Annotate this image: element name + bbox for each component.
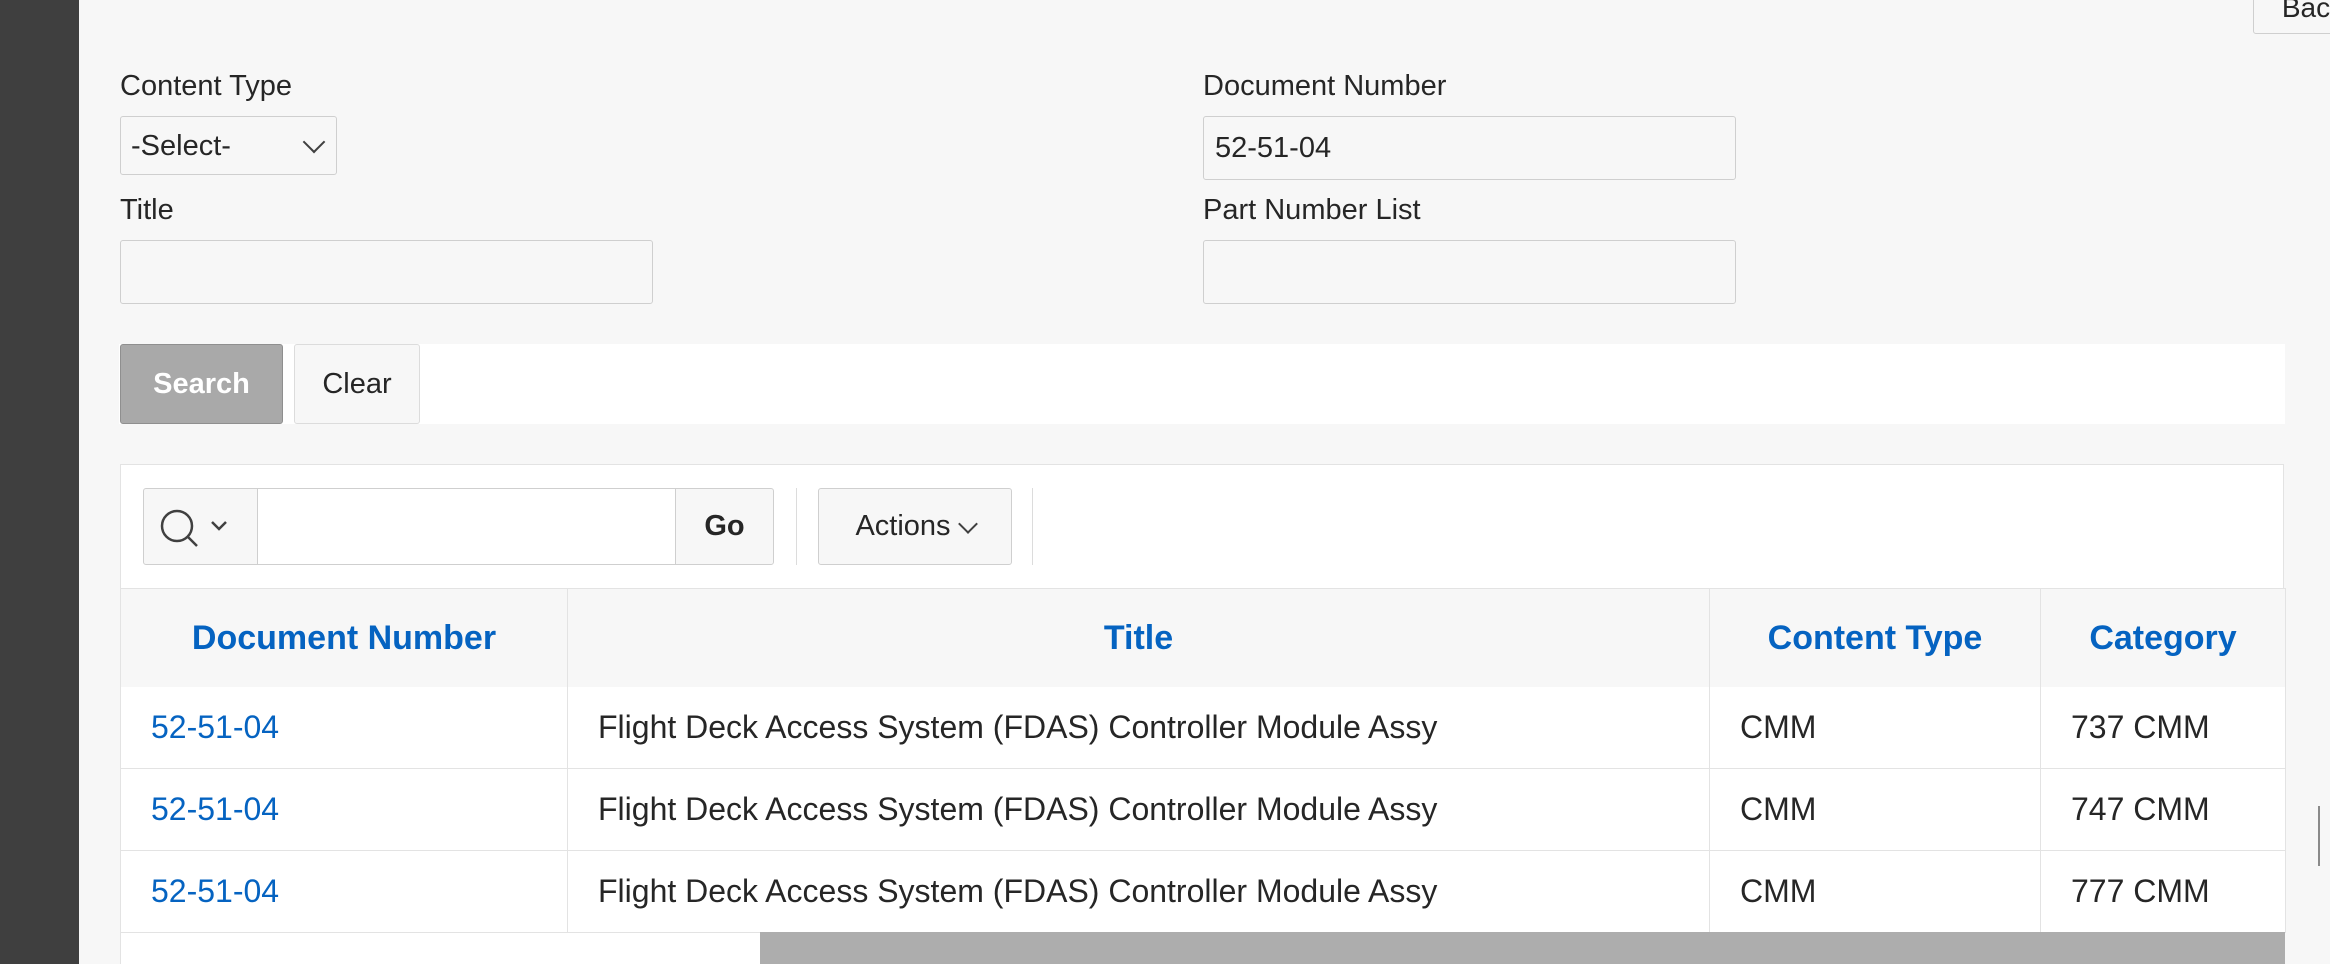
document-number-link[interactable]: 52-51-04 <box>121 850 568 933</box>
content-type-select[interactable]: -Select- <box>120 116 337 175</box>
document-number-label: Document Number <box>1203 70 1447 102</box>
content-type-cell: CMM <box>1709 687 2041 769</box>
content-type-value: -Select- <box>131 129 231 162</box>
table-row: 52-51-04 Flight Deck Access System (FDAS… <box>121 850 2286 933</box>
category-cell: 747 CMM <box>2040 768 2286 851</box>
clear-button[interactable]: Clear <box>294 344 420 424</box>
left-sidebar-strip <box>0 0 79 964</box>
column-header-document-number[interactable]: Document Number <box>121 588 568 687</box>
search-button[interactable]: Search <box>120 344 283 424</box>
title-cell: Flight Deck Access System (FDAS) Control… <box>567 850 1710 933</box>
content-type-cell: CMM <box>1709 768 2041 851</box>
actions-menu-button[interactable]: Actions <box>818 488 1012 565</box>
search-icon <box>160 509 227 547</box>
document-number-input[interactable]: 52-51-04 <box>1203 116 1736 180</box>
right-page-edge <box>2285 0 2330 964</box>
report-search-input[interactable] <box>257 488 676 565</box>
results-table: Document Number Title Content Type Categ… <box>121 588 2286 933</box>
column-header-title[interactable]: Title <box>567 588 1710 687</box>
search-column-menu[interactable] <box>143 488 258 565</box>
table-row: 52-51-04 Flight Deck Access System (FDAS… <box>121 768 2286 851</box>
back-button[interactable]: Back <box>2253 0 2330 34</box>
table-header-row: Document Number Title Content Type Categ… <box>121 588 2286 687</box>
vertical-scrollbar-thumb[interactable] <box>2318 806 2320 866</box>
content-type-label: Content Type <box>120 70 292 102</box>
category-cell: 737 CMM <box>2040 687 2286 769</box>
title-input[interactable] <box>120 240 653 304</box>
column-header-category[interactable]: Category <box>2040 588 2286 687</box>
content-type-cell: CMM <box>1709 850 2041 933</box>
chevron-down-icon <box>957 513 978 534</box>
title-cell: Flight Deck Access System (FDAS) Control… <box>567 687 1710 769</box>
go-button[interactable]: Go <box>675 488 774 565</box>
horizontal-scrollbar[interactable] <box>760 932 2285 964</box>
button-bar <box>119 344 2285 424</box>
category-cell: 777 CMM <box>2040 850 2286 933</box>
column-header-content-type[interactable]: Content Type <box>1709 588 2041 687</box>
table-row: 52-51-04 Flight Deck Access System (FDAS… <box>121 687 2286 769</box>
title-cell: Flight Deck Access System (FDAS) Control… <box>567 768 1710 851</box>
actions-label: Actions <box>855 510 951 542</box>
document-number-link[interactable]: 52-51-04 <box>121 768 568 851</box>
chevron-down-icon <box>302 130 326 153</box>
part-number-list-input[interactable] <box>1203 240 1736 304</box>
title-label: Title <box>120 194 174 226</box>
document-number-link[interactable]: 52-51-04 <box>121 687 568 769</box>
part-number-list-label: Part Number List <box>1203 194 1421 226</box>
toolbar-separator <box>1032 488 1033 565</box>
toolbar-separator <box>796 488 797 565</box>
